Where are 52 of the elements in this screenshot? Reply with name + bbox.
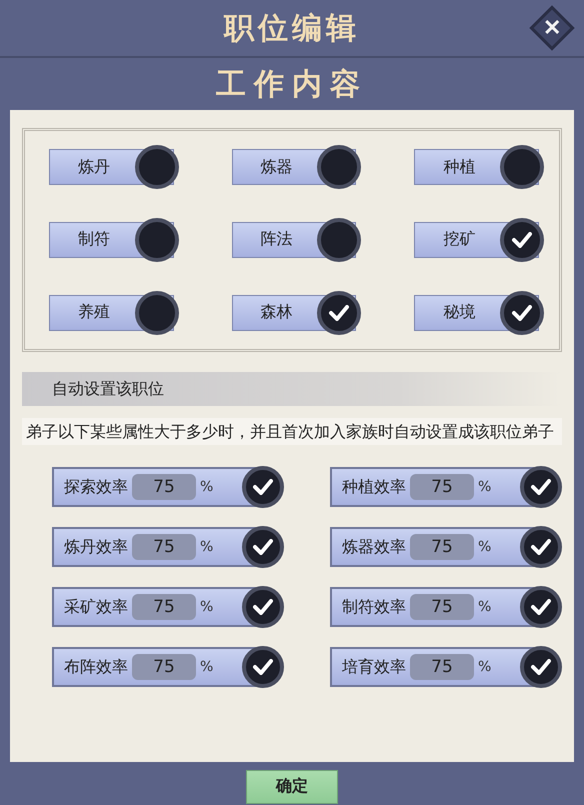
unit-label: % [478,539,492,555]
window-title: 职位编辑 [224,10,360,48]
value-field[interactable]: 75 [410,534,474,560]
value-field[interactable]: 75 [410,594,474,620]
close-button[interactable]: ✕ [532,8,572,48]
checkbox[interactable] [500,145,544,190]
unit-label: % [478,659,492,675]
checkbox[interactable] [500,290,544,335]
attribute-label: 采矿效率 [64,596,128,618]
section-title: 工作内容 [216,66,368,104]
unit-label: % [200,599,214,615]
check-icon [531,479,551,495]
attribute-label: 炼器效率 [342,536,406,558]
check-icon [512,232,532,248]
checkbox[interactable] [242,466,284,508]
value-field[interactable]: 75 [410,654,474,680]
checkbox[interactable] [520,646,562,688]
auto-title: 自动设置该职位 [52,378,164,400]
value-field[interactable]: 75 [132,594,196,620]
attribute-label: 炼丹效率 [64,536,128,558]
confirm-button[interactable]: 确定 [246,770,338,804]
check-icon [253,599,273,615]
checkbox[interactable] [242,526,284,568]
check-icon [253,479,273,495]
check-icon [329,304,350,321]
unit-label: % [478,599,492,615]
value-field[interactable]: 75 [410,474,474,500]
value-field[interactable]: 75 [132,534,196,560]
checkbox[interactable] [242,586,284,628]
attribute-label: 培育效率 [342,656,406,678]
check-icon [253,539,273,555]
unit-label: % [200,659,214,675]
checkbox[interactable] [242,646,284,688]
attribute-label: 探索效率 [64,476,128,498]
attribute-label: 制符效率 [342,596,406,618]
check-icon [531,659,551,675]
description: 弟子以下某些属性大于多少时，并且首次加入家族时自动设置成该职位弟子 [22,418,562,445]
checkbox[interactable] [520,466,562,508]
check-icon [531,599,551,615]
check-icon [253,659,273,675]
checkbox[interactable] [520,526,562,568]
check-icon [512,304,532,321]
checkbox[interactable] [500,218,544,262]
value-field[interactable]: 75 [132,654,196,680]
attribute-label: 布阵效率 [64,656,128,678]
unit-label: % [200,539,214,555]
attribute-label: 种植效率 [342,476,406,498]
unit-label: % [200,479,214,495]
unit-label: % [478,479,492,495]
checkbox[interactable] [520,586,562,628]
value-field[interactable]: 75 [132,474,196,500]
check-icon [531,539,551,555]
